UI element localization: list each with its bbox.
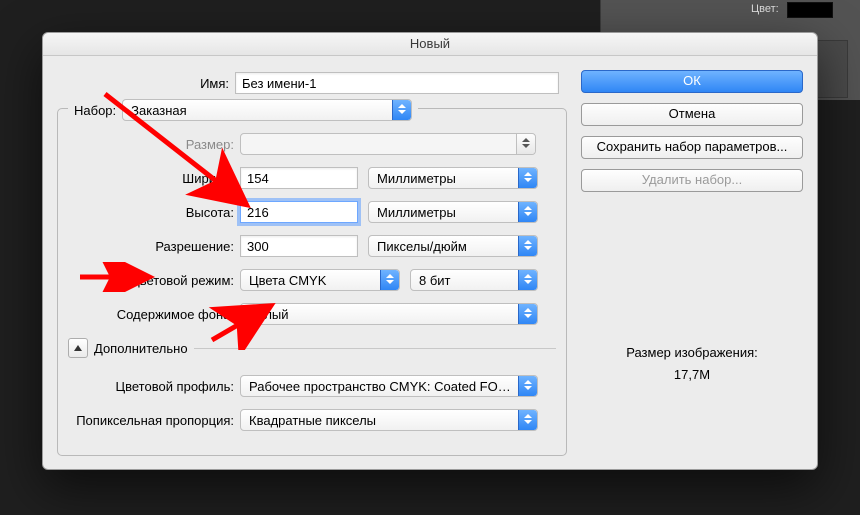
pixel-aspect-label: Попиксельная пропорция: (62, 413, 240, 428)
divider (194, 348, 556, 349)
chevron-updown-icon (518, 410, 537, 430)
advanced-label: Дополнительно (94, 341, 188, 356)
image-size-label: Размер изображения: (581, 342, 803, 364)
pixel-aspect-select[interactable]: Квадратные пикселы (240, 409, 538, 431)
background-value: Белый (249, 307, 518, 322)
height-unit-value: Миллиметры (377, 205, 518, 220)
size-label: Размер: (62, 137, 240, 152)
preset-select[interactable]: Заказная (122, 99, 412, 121)
ps-color-label: Цвет: (751, 3, 779, 15)
ps-color-swatch[interactable] (787, 2, 833, 18)
background-select[interactable]: Белый (240, 303, 538, 325)
color-profile-value: Рабочее пространство CMYK: Coated FOG... (249, 379, 518, 394)
color-mode-label: Цветовой режим: (62, 273, 240, 288)
cancel-button[interactable]: Отмена (581, 103, 803, 126)
advanced-disclosure[interactable]: Дополнительно (68, 338, 188, 358)
width-label: Ширина: (62, 171, 240, 186)
settings-fieldset: Набор: Заказная Размер: Ширин (57, 108, 567, 456)
delete-preset-button: Удалить набор... (581, 169, 803, 192)
pixel-aspect-value: Квадратные пикселы (249, 413, 518, 428)
resolution-unit-select[interactable]: Пикселы/дюйм (368, 235, 538, 257)
background-label: Содержимое фона: (62, 307, 240, 322)
chevron-updown-icon (380, 270, 399, 290)
chevron-updown-icon (518, 168, 537, 188)
preset-label: Набор: (74, 103, 116, 118)
chevron-updown-icon (392, 100, 411, 120)
width-input[interactable] (240, 167, 358, 189)
bit-depth-select[interactable]: 8 бит (410, 269, 538, 291)
color-profile-label: Цветовой профиль: (62, 379, 240, 394)
width-unit-select[interactable]: Миллиметры (368, 167, 538, 189)
dialog-title: Новый (43, 33, 817, 56)
resolution-input[interactable] (240, 235, 358, 257)
height-input[interactable] (240, 201, 358, 223)
height-unit-select[interactable]: Миллиметры (368, 201, 538, 223)
chevron-updown-icon (518, 270, 537, 290)
image-size-value: 17,7M (581, 364, 803, 386)
chevron-updown-icon (516, 134, 535, 154)
save-preset-button[interactable]: Сохранить набор параметров... (581, 136, 803, 159)
preset-value: Заказная (131, 103, 392, 118)
chevron-updown-icon (518, 376, 537, 396)
image-size-info: Размер изображения: 17,7M (581, 342, 803, 386)
color-profile-select[interactable]: Рабочее пространство CMYK: Coated FOG... (240, 375, 538, 397)
ok-button[interactable]: ОК (581, 70, 803, 93)
name-input[interactable] (235, 72, 559, 94)
height-label: Высота: (62, 205, 240, 220)
triangle-up-icon (68, 338, 88, 358)
resolution-unit-value: Пикселы/дюйм (377, 239, 518, 254)
width-unit-value: Миллиметры (377, 171, 518, 186)
color-mode-select[interactable]: Цвета CMYK (240, 269, 400, 291)
bit-depth-value: 8 бит (419, 273, 518, 288)
size-select (240, 133, 536, 155)
chevron-updown-icon (518, 236, 537, 256)
name-label: Имя: (57, 76, 235, 91)
chevron-updown-icon (518, 304, 537, 324)
resolution-label: Разрешение: (62, 239, 240, 254)
new-document-dialog: Новый Имя: Набор: Заказная Р (42, 32, 818, 470)
chevron-updown-icon (518, 202, 537, 222)
color-mode-value: Цвета CMYK (249, 273, 380, 288)
